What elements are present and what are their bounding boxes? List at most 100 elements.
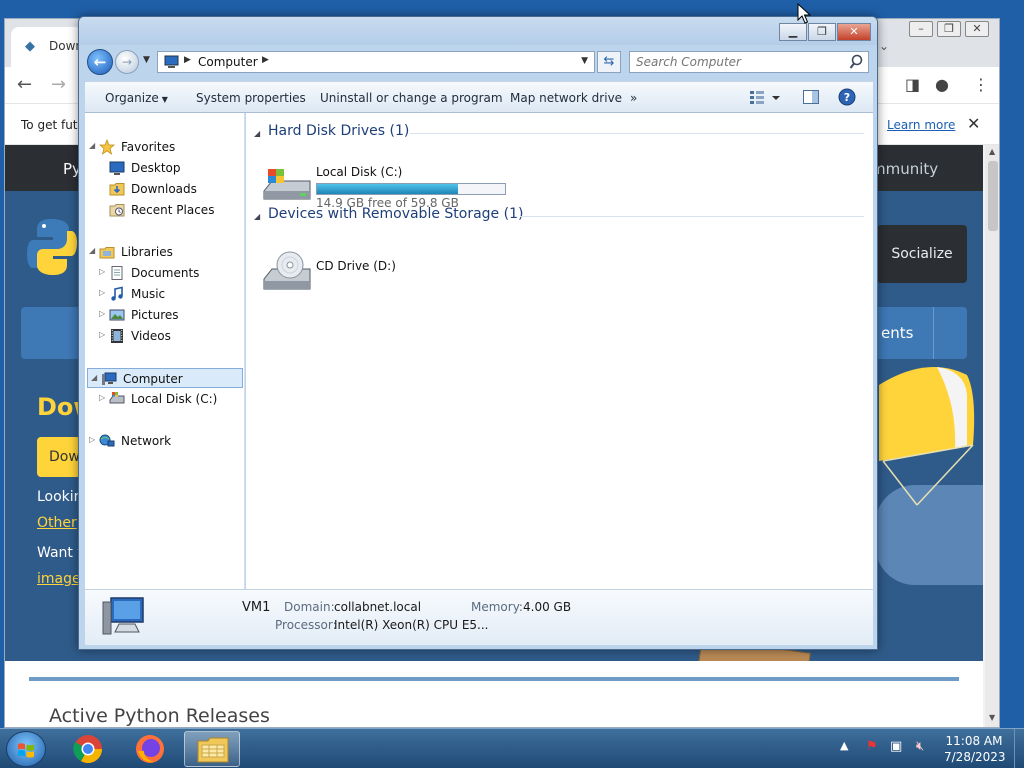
nav-videos[interactable]: ▷ Videos (99, 326, 239, 346)
browser-minimize-icon[interactable]: – (909, 21, 933, 37)
nav-documents[interactable]: ▷ Documents (99, 263, 239, 283)
group-collapse-icon[interactable]: ◢ (254, 212, 260, 221)
uninstall-program-button[interactable]: Uninstall or change a program (320, 91, 503, 105)
collapse-arrow-icon[interactable]: ◢ (89, 246, 95, 255)
infobar-close-icon[interactable]: ✕ (967, 114, 980, 133)
address-dropdown-icon[interactable]: ▼ (581, 56, 588, 66)
organize-button[interactable]: Organize ▼ (105, 91, 168, 105)
nav-network-label: Network (121, 434, 172, 448)
maximize-icon[interactable]: ❐ (808, 23, 836, 41)
nav-recent-places[interactable]: Recent Places (99, 200, 239, 220)
nav-desktop[interactable]: Desktop (99, 158, 239, 178)
videos-icon (111, 329, 123, 343)
processor-value: Intel(R) Xeon(R) CPU E5... (334, 618, 489, 632)
nav-documents-label: Documents (131, 266, 200, 280)
group-collapse-icon[interactable]: ◢ (254, 129, 260, 138)
nav-downloads[interactable]: Downloads (99, 179, 239, 199)
browser-maximize-icon[interactable]: ❐ (937, 21, 961, 37)
breadcrumb-computer[interactable]: Computer (198, 55, 258, 69)
close-icon[interactable]: ✕ (837, 23, 871, 41)
nav-recent-places-label: Recent Places (131, 203, 215, 217)
local-disk-icon (109, 392, 125, 404)
browser-scrollbar[interactable]: ▲ ▼ (985, 145, 999, 727)
download-button[interactable]: Dow (37, 437, 81, 477)
nav-pictures[interactable]: ▷ Pictures (99, 305, 239, 325)
content-pane: ◢ Hard Disk Drives (1) Local Disk (C:) 1… (246, 113, 873, 589)
system-properties-button[interactable]: System properties (196, 91, 306, 105)
sidepanel-icon[interactable]: ◨ (905, 75, 920, 94)
explorer-titlebar[interactable]: ▁ ❐ ✕ (79, 17, 877, 45)
tray-network-icon[interactable]: ▣ (890, 739, 902, 754)
collapse-arrow-icon[interactable]: ◢ (91, 373, 97, 382)
socialize-button[interactable]: Socialize (877, 225, 967, 283)
show-desktop-button[interactable] (1014, 729, 1024, 768)
search-icon[interactable] (849, 54, 863, 70)
preview-pane-icon[interactable] (802, 88, 820, 106)
nav-downloads-label: Downloads (131, 182, 197, 196)
search-input[interactable] (630, 52, 840, 72)
nav-music-label: Music (131, 287, 166, 301)
other-link[interactable]: Other (37, 515, 77, 531)
details-pane: VM1 Domain: collabnet.local Memory: 4.00… (85, 589, 873, 645)
collapse-arrow-icon[interactable]: ◢ (89, 141, 95, 150)
nav-libraries-label: Libraries (121, 245, 173, 259)
nav-local-disk[interactable]: ▷ Local Disk (C:) (99, 389, 239, 409)
start-button[interactable] (6, 731, 46, 767)
help-icon[interactable]: ? (838, 88, 856, 106)
more-commands-button[interactable]: » (630, 91, 637, 105)
browser-menu-icon[interactable]: ⋮ (973, 75, 989, 94)
taskbar-chrome[interactable] (60, 731, 116, 767)
events-tab[interactable]: ents (881, 324, 913, 342)
expand-arrow-icon[interactable]: ▷ (99, 288, 105, 297)
expand-arrow-icon[interactable]: ▷ (89, 435, 95, 444)
infobar-message: To get futu (21, 118, 86, 132)
expand-arrow-icon[interactable]: ▷ (99, 267, 105, 276)
forward-button-icon[interactable]: → (115, 50, 139, 74)
nav-community[interactable]: mmunity (871, 160, 938, 178)
scroll-up-icon[interactable]: ▲ (989, 147, 995, 156)
minimize-icon[interactable]: ▁ (779, 23, 807, 41)
nav-computer[interactable]: ◢ Computer (87, 368, 243, 388)
breadcrumb-separator-icon[interactable]: ▶ (184, 55, 191, 65)
back-button-icon[interactable]: ← (87, 49, 113, 75)
group-divider (520, 216, 864, 217)
taskbar-explorer[interactable] (184, 731, 240, 767)
address-row: ← → ▼ ▶ Computer ▶ ▼ ⇆ (79, 45, 877, 81)
image-link[interactable]: image (37, 571, 81, 587)
tab-search-chevron-icon[interactable]: ⌄ (879, 39, 889, 53)
nav-libraries[interactable]: ◢ Libraries (89, 242, 239, 262)
looking-text: Lookir (37, 489, 80, 505)
history-dropdown-icon[interactable]: ▼ (143, 55, 150, 65)
tray-volume-muted-icon[interactable]: 🔇︎ (916, 739, 924, 754)
section-rule (29, 677, 959, 681)
learn-more-link[interactable]: Learn more (887, 118, 955, 132)
breadcrumb-separator-icon[interactable]: ▶ (262, 55, 269, 65)
nav-videos-label: Videos (131, 329, 171, 343)
nav-music[interactable]: ▷ Music (99, 284, 239, 304)
address-bar[interactable]: ▶ Computer ▶ ▼ (157, 51, 595, 73)
browser-close-icon[interactable]: ✕ (965, 21, 989, 37)
taskbar-clock[interactable]: 11:08 AM 7/28/2023 (944, 733, 1006, 765)
removable-storage-header[interactable]: Devices with Removable Storage (1) (268, 206, 523, 222)
computer-large-icon (102, 597, 144, 635)
scrollbar-thumb[interactable] (988, 161, 998, 231)
scroll-down-icon[interactable]: ▼ (989, 713, 995, 722)
map-network-drive-button[interactable]: Map network drive (510, 91, 622, 105)
expand-arrow-icon[interactable]: ▷ (99, 393, 105, 402)
taskbar-firefox[interactable] (122, 731, 178, 767)
change-view-icon[interactable] (748, 88, 782, 106)
tray-show-hidden-icon[interactable]: ▲ (840, 739, 848, 752)
profile-icon[interactable]: ● (935, 75, 949, 94)
drive-cd-d[interactable]: CD Drive (D:) (258, 245, 458, 297)
nav-favorites[interactable]: ◢ Favorites (89, 137, 239, 157)
processor-label: Processor: (275, 618, 337, 632)
browser-back-icon[interactable]: ← (17, 74, 32, 95)
expand-arrow-icon[interactable]: ▷ (99, 309, 105, 318)
drive-c-usage-fill (317, 184, 458, 194)
tray-action-center-icon[interactable]: ⚑ (866, 739, 878, 754)
hard-disk-drives-header[interactable]: Hard Disk Drives (1) (268, 123, 409, 139)
browser-forward-icon[interactable]: → (51, 74, 66, 95)
nav-network[interactable]: ▷ Network (89, 431, 239, 451)
expand-arrow-icon[interactable]: ▷ (99, 330, 105, 339)
refresh-icon[interactable]: ⇆ (597, 51, 621, 73)
